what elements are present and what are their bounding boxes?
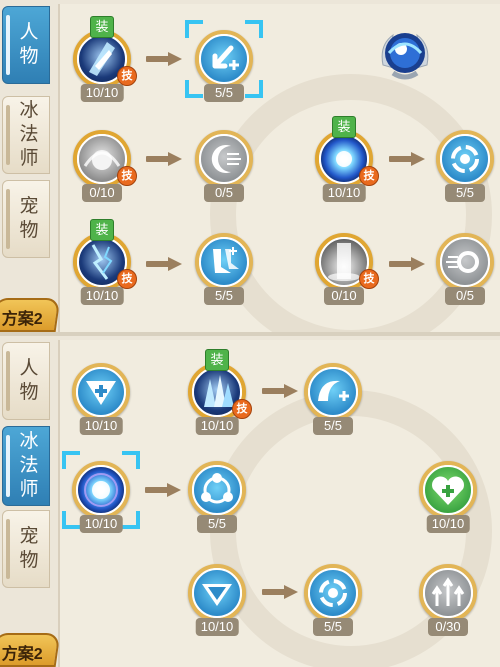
heart-plus-icon: [432, 476, 464, 505]
stat-up-icon: [431, 577, 465, 606]
tab-label: 宠 物: [19, 196, 39, 241]
skill-level: 0/10: [82, 184, 122, 202]
skill-badge: 技: [359, 269, 379, 289]
skill-node-arrow-plus[interactable]: 5/5: [185, 20, 263, 102]
tab-ice-mage[interactable]: 冰 法 师: [2, 426, 50, 506]
talent-panel-ice-mage: 人 物 冰 法 师 宠 物 方案2 10/10 装 技 10/10 5/5 10…: [0, 336, 500, 667]
skill-node-light-pillar[interactable]: 技 0/10: [315, 233, 379, 305]
skill-badge: 技: [117, 269, 137, 289]
skill-node-lightning[interactable]: 装 技 10/10: [73, 219, 137, 305]
tab-ice-mage[interactable]: 冰 法 师: [2, 96, 50, 174]
skill-level: 10/10: [195, 618, 239, 636]
skill-level: 5/5: [204, 84, 244, 102]
skill-node-ice-shard[interactable]: 装 技 10/10: [73, 16, 137, 102]
tab-label: 冰 法 师: [19, 431, 39, 500]
skill-node-vortex-2[interactable]: 5/5: [304, 564, 362, 636]
speed-boots-icon: [213, 247, 239, 273]
vortex-icon: [451, 145, 479, 173]
skill-node-speed-boots[interactable]: 5/5: [195, 233, 253, 305]
arrow-icon: [389, 152, 425, 166]
equip-badge: 装: [332, 116, 356, 138]
skill-node-crescent-dash[interactable]: 0/5: [195, 130, 253, 202]
skill-node-ice-crystals[interactable]: 装 技 10/10: [188, 349, 252, 435]
talent-panel-character: 人 物 冰 法 师 宠 物 方案2 装 技 10/10 5/5 技 0/10 0…: [0, 0, 500, 332]
arrow-icon: [146, 52, 182, 66]
skill-badge: 技: [359, 166, 379, 186]
scheme-button[interactable]: 方案2: [0, 633, 61, 667]
skill-level: 10/10: [79, 417, 123, 435]
skill-badge: 技: [232, 399, 252, 419]
tab-pet[interactable]: 宠 物: [2, 180, 50, 258]
skill-level: 0/5: [204, 184, 244, 202]
tab-character[interactable]: 人 物: [2, 6, 50, 84]
skill-level: 0/30: [428, 618, 468, 636]
crescent-dash-icon: [211, 145, 241, 173]
arrow-icon: [146, 152, 182, 166]
scheme-button[interactable]: 方案2: [0, 298, 61, 332]
arrow-icon: [146, 257, 182, 271]
skill-node-heart-plus[interactable]: 10/10: [419, 461, 477, 533]
energy-core-icon: [84, 473, 118, 507]
tab-pet[interactable]: 宠 物: [2, 510, 50, 588]
scheme-label: 方案2: [1, 311, 43, 328]
skill-node-team-link[interactable]: 5/5: [188, 461, 246, 533]
scheme-label: 方案2: [1, 646, 43, 663]
skill-level: 10/10: [80, 287, 124, 305]
skill-node-vortex[interactable]: 5/5: [436, 130, 494, 202]
skill-level: 10/10: [322, 184, 366, 202]
tab-label: 宠 物: [19, 526, 39, 571]
skill-node-swirl-ring[interactable]: 0/5: [436, 233, 494, 305]
skill-node-wave-plus[interactable]: 5/5: [304, 363, 362, 435]
arrow-icon: [262, 585, 298, 599]
tab-label: 冰 法 师: [19, 100, 39, 169]
equip-badge: 装: [90, 219, 114, 241]
arrow-icon: [145, 483, 181, 497]
skill-node-frost-burst[interactable]: 技 0/10: [73, 130, 137, 202]
skill-level: 0/5: [445, 287, 485, 305]
swirl-ring-icon: [446, 251, 479, 273]
heal-shield-icon: [86, 381, 116, 405]
vortex-icon: [319, 579, 347, 607]
team-link-icon: [201, 473, 233, 504]
arrow-plus-icon: [212, 45, 239, 70]
frost-orb-icon: [381, 33, 429, 80]
equip-badge: 装: [90, 16, 114, 38]
equip-badge: 装: [205, 349, 229, 371]
diamond-guard-icon: [202, 584, 232, 606]
skill-level: 10/10: [426, 515, 470, 533]
skill-badge: 技: [117, 66, 137, 86]
tab-label: 人 物: [19, 358, 39, 403]
arrow-icon: [389, 257, 425, 271]
wave-plus-icon: [318, 380, 349, 401]
skill-level: 5/5: [445, 184, 485, 202]
tab-character[interactable]: 人 物: [2, 342, 50, 420]
skill-node-energy-sphere[interactable]: 装 技 10/10: [315, 116, 379, 202]
skill-level: 10/10: [79, 515, 123, 533]
skill-level: 5/5: [204, 287, 244, 305]
arrow-icon: [262, 384, 298, 398]
skill-node-stat-up[interactable]: 0/30: [419, 564, 477, 636]
skill-level: 10/10: [195, 417, 239, 435]
skill-badge: 技: [117, 166, 137, 186]
skill-level: 5/5: [197, 515, 237, 533]
skill-level: 0/10: [324, 287, 364, 305]
tab-label: 人 物: [19, 22, 39, 67]
skill-node-diamond-guard[interactable]: 10/10: [188, 564, 246, 636]
skill-level: 5/5: [313, 618, 353, 636]
skill-level: 5/5: [313, 417, 353, 435]
skill-node-energy-core[interactable]: 10/10: [62, 451, 140, 533]
skill-node-heal-shield[interactable]: 10/10: [72, 363, 130, 435]
skill-level: 10/10: [80, 84, 124, 102]
frost-orb-emblem[interactable]: [375, 25, 435, 85]
